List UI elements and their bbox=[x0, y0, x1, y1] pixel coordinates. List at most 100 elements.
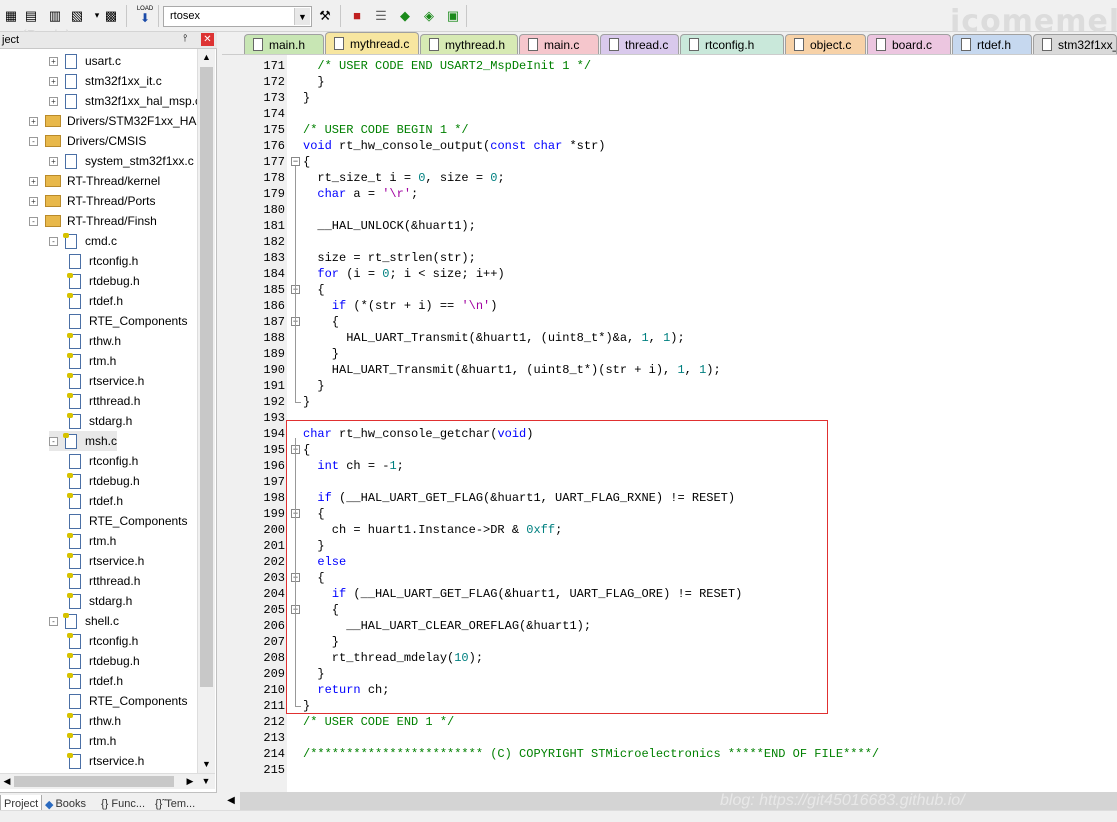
code-line[interactable]: { bbox=[303, 314, 339, 330]
chevron-down-icon[interactable]: ▼ bbox=[294, 8, 310, 25]
code-line[interactable]: void rt_hw_console_output(const char *st… bbox=[303, 138, 606, 154]
tree-item[interactable]: stdarg.h bbox=[67, 591, 132, 611]
tree-item[interactable]: rtdebug.h bbox=[67, 271, 140, 291]
code-line[interactable]: } bbox=[303, 90, 310, 106]
editor-horizontal-scrollbar[interactable]: ◀ bbox=[222, 792, 1117, 810]
tree-item[interactable]: rtservice.h bbox=[67, 371, 144, 391]
tree-item[interactable]: + Drivers/STM32F1xx_HAL_ bbox=[29, 111, 197, 131]
scroll-right-icon[interactable]: ▶ bbox=[183, 774, 197, 789]
tab-board-c[interactable]: board.c bbox=[867, 34, 951, 54]
tab-thread-c[interactable]: thread.c bbox=[600, 34, 679, 54]
tree-item[interactable]: - shell.c bbox=[49, 611, 119, 631]
collapse-icon[interactable]: - bbox=[29, 216, 38, 226]
code-line[interactable]: HAL_UART_Transmit(&huart1, (uint8_t*)(st… bbox=[303, 362, 721, 378]
collapse-icon[interactable]: - bbox=[49, 236, 58, 246]
tree-item[interactable]: RTE_Components bbox=[69, 511, 188, 531]
download-load-button[interactable]: LOAD ⬇ bbox=[134, 6, 156, 24]
manage-project-items-icon[interactable]: ■ bbox=[348, 6, 366, 24]
code-editor[interactable]: 171 172 173 174 175 176 177 178 179 180 181 182 183 1… bbox=[222, 54, 1117, 793]
expand-icon[interactable]: + bbox=[49, 76, 58, 86]
tree-item[interactable]: + stm32f1xx_hal_msp.c bbox=[49, 91, 197, 111]
tree-item[interactable]: - RT-Thread/Finsh bbox=[29, 211, 157, 231]
tree-item[interactable]: rtconfig.h bbox=[69, 251, 138, 271]
expand-icon[interactable]: + bbox=[49, 96, 58, 106]
code-line[interactable]: /* USER CODE END USART2_MspDeInit 1 */ bbox=[303, 58, 591, 74]
scroll-down-small-icon[interactable]: ▼ bbox=[199, 774, 213, 789]
scroll-down-icon[interactable]: ▼ bbox=[199, 757, 214, 772]
tree-item[interactable]: - Drivers/CMSIS bbox=[29, 131, 146, 151]
target-select[interactable]: rtosex ▼ bbox=[163, 6, 312, 27]
tab-object-c[interactable]: object.c bbox=[785, 34, 866, 54]
collapse-icon[interactable]: - bbox=[29, 136, 38, 146]
tree-item[interactable]: + usart.c bbox=[49, 51, 121, 71]
code-line[interactable]: } bbox=[303, 346, 339, 362]
code-line[interactable]: } bbox=[303, 74, 324, 90]
select-packs-icon[interactable]: ◈ bbox=[420, 6, 438, 24]
code-line[interactable]: { bbox=[303, 282, 324, 298]
tree-item[interactable]: stdarg.h bbox=[67, 411, 132, 431]
tab-mythread-c[interactable]: mythread.c bbox=[325, 32, 419, 54]
rebuild-icon[interactable]: ▥ bbox=[46, 6, 64, 24]
tree-item[interactable]: + RT-Thread/kernel bbox=[29, 171, 160, 191]
tree-item[interactable]: - cmd.c bbox=[49, 231, 117, 251]
tree-vertical-scrollbar[interactable]: ▲ ▼ bbox=[197, 49, 215, 773]
tab-main-h[interactable]: main.h bbox=[244, 34, 324, 54]
code-line[interactable]: } bbox=[303, 378, 324, 394]
expand-icon[interactable]: + bbox=[49, 56, 58, 66]
tree-item[interactable]: RTE_Components bbox=[69, 691, 188, 711]
tree-item[interactable]: rtdef.h bbox=[67, 291, 123, 311]
batch-build-icon[interactable]: ▧ bbox=[68, 6, 86, 24]
tree-horizontal-scrollbar[interactable]: ◀ ▶ ▼ bbox=[0, 773, 215, 789]
tab-rtdef-h[interactable]: rtdef.h bbox=[952, 34, 1032, 54]
tree-item[interactable]: + system_stm32f1xx.c bbox=[49, 151, 194, 171]
target-options-icon[interactable]: ⚒ bbox=[316, 6, 334, 24]
tree-item[interactable]: + RT-Thread/Ports bbox=[29, 191, 155, 211]
expand-icon[interactable]: + bbox=[29, 196, 38, 206]
tree-item[interactable]: rtconfig.h bbox=[67, 631, 138, 651]
tree-item[interactable]: rtdef.h bbox=[67, 671, 123, 691]
manage-rte-icon[interactable]: ◆ bbox=[396, 6, 414, 24]
tree-item[interactable]: rtdebug.h bbox=[67, 471, 140, 491]
tree-item[interactable]: rthw.h bbox=[67, 711, 121, 731]
code-line[interactable]: if (*(str + i) == '\n') bbox=[303, 298, 498, 314]
tab-stm32f1xx_it-c[interactable]: stm32f1xx_it.c bbox=[1033, 34, 1117, 54]
tree-item[interactable]: rthw.h bbox=[67, 331, 121, 351]
expand-icon[interactable]: + bbox=[29, 176, 38, 186]
collapse-icon[interactable]: - bbox=[49, 616, 58, 626]
code-line[interactable]: /************************ (C) COPYRIGHT … bbox=[303, 746, 879, 762]
tab-rtconfig-h[interactable]: rtconfig.h bbox=[680, 34, 784, 54]
collapse-icon[interactable]: - bbox=[49, 436, 58, 446]
tree-item[interactable]: rtservice.h bbox=[67, 751, 144, 771]
code-line[interactable]: } bbox=[303, 394, 310, 410]
tree-item[interactable]: rtdebug.h bbox=[67, 651, 140, 671]
tree-item[interactable]: rtthread.h bbox=[67, 571, 140, 591]
stop-build-icon[interactable]: ▩ bbox=[102, 6, 120, 24]
code-line[interactable]: char a = '\r'; bbox=[303, 186, 418, 202]
pin-icon[interactable]: ⫯ bbox=[183, 33, 187, 44]
code-line[interactable]: /* USER CODE BEGIN 1 */ bbox=[303, 122, 469, 138]
tree-item[interactable]: rtconfig.h bbox=[69, 451, 138, 471]
fold-toggle-icon[interactable]: − bbox=[291, 157, 300, 166]
code-line[interactable]: size = rt_strlen(str); bbox=[303, 250, 475, 266]
tree-item[interactable]: rtm.h bbox=[67, 351, 116, 371]
code-line[interactable]: /* USER CODE END 1 */ bbox=[303, 714, 454, 730]
scroll-up-icon[interactable]: ▲ bbox=[199, 50, 214, 65]
tree-item[interactable]: RTE_Components bbox=[69, 311, 188, 331]
tab-main-c[interactable]: main.c bbox=[519, 34, 599, 54]
scroll-left-icon[interactable]: ◀ bbox=[222, 792, 240, 810]
expand-icon[interactable]: + bbox=[29, 116, 38, 126]
code-line[interactable]: for (i = 0; i < size; i++) bbox=[303, 266, 504, 282]
build-target-icon[interactable]: ▤ bbox=[22, 6, 40, 24]
code-line[interactable]: HAL_UART_Transmit(&huart1, (uint8_t*)&a,… bbox=[303, 330, 684, 346]
pack-installer-icon[interactable]: ▣ bbox=[444, 6, 462, 24]
tree-item[interactable]: rtthread.h bbox=[67, 391, 140, 411]
batch-setup-icon[interactable]: ▦ bbox=[2, 6, 20, 24]
file-extensions-icon[interactable]: ☰ bbox=[372, 6, 390, 24]
tree-item[interactable]: + stm32f1xx_it.c bbox=[49, 71, 162, 91]
scroll-thumb[interactable] bbox=[200, 67, 213, 687]
code-line[interactable]: __HAL_UNLOCK(&huart1); bbox=[303, 218, 475, 234]
hscroll-thumb[interactable] bbox=[14, 776, 174, 787]
close-icon[interactable]: ✕ bbox=[201, 33, 214, 46]
scroll-left-icon[interactable]: ◀ bbox=[0, 774, 14, 789]
tree-item[interactable]: rtdef.h bbox=[67, 491, 123, 511]
